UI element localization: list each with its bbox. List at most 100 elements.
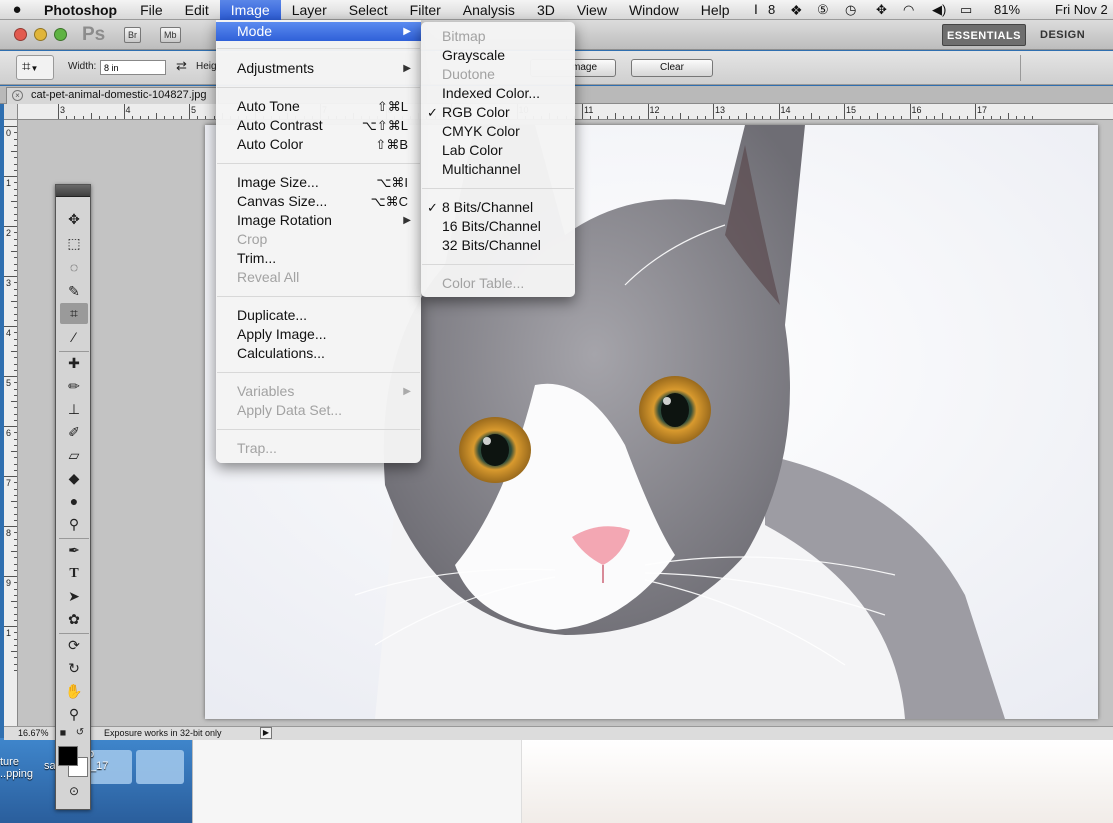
vertical-ruler[interactable]: 0 1 2 3 4 5 6 7 8 9 1 — [4, 120, 18, 726]
dropbox-icon[interactable]: ❖ — [790, 0, 803, 20]
width-field[interactable] — [100, 60, 166, 75]
ruler-tick — [4, 476, 17, 477]
zoom-tool-icon[interactable]: ⚲ — [60, 704, 88, 725]
default-colors-icon[interactable]: ◼ — [58, 728, 68, 738]
eraser-tool-icon[interactable]: ▱ — [60, 445, 88, 466]
type-tool-icon[interactable]: T — [60, 563, 88, 584]
3d-rotate-tool-icon[interactable]: ⟳ — [60, 635, 88, 656]
workspace-design-button[interactable]: DESIGN — [1040, 24, 1085, 46]
menu-item-lab-color[interactable]: Lab Color — [421, 141, 575, 160]
menu-item-rgb-color[interactable]: ✓ RGB Color — [421, 103, 575, 122]
ruler-origin[interactable] — [4, 104, 18, 120]
zoom-level[interactable]: 16.67% — [18, 727, 49, 740]
battery-icon[interactable]: ▭ — [960, 0, 972, 20]
clear-button[interactable]: Clear — [631, 59, 713, 77]
volume-icon[interactable]: ◀) — [932, 0, 946, 20]
menu-item-apply-image[interactable]: Apply Image... — [216, 325, 421, 344]
menu-item-grayscale[interactable]: Grayscale — [421, 46, 575, 65]
ruler-tick — [189, 104, 190, 119]
marquee-tool-icon[interactable]: ⬚ — [60, 233, 88, 254]
paint-bucket-tool-icon[interactable]: ◆ — [60, 468, 88, 489]
status-info-text[interactable]: Exposure works in 32-bit only — [104, 727, 222, 740]
desktop-label[interactable]: ..pping — [0, 768, 33, 780]
menu-help[interactable]: Help — [690, 0, 741, 20]
foreground-color-swatch[interactable] — [58, 746, 78, 766]
background-window[interactable] — [192, 740, 1113, 823]
menu-item-image-size[interactable]: Image Size... ⌥⌘I — [216, 173, 421, 192]
menu-item-canvas-size[interactable]: Canvas Size... ⌥⌘C — [216, 192, 421, 211]
menu-item-16-bits[interactable]: 16 Bits/Channel — [421, 217, 575, 236]
menu-select[interactable]: Select — [338, 0, 399, 20]
brush-tool-icon[interactable]: ✏ — [60, 376, 88, 397]
menu-item-auto-contrast[interactable]: Auto Contrast ⌥⇧⌘L — [216, 116, 421, 135]
menu-item-32-bits[interactable]: 32 Bits/Channel — [421, 236, 575, 255]
quick-mask-icon[interactable]: ⊙ — [60, 781, 88, 802]
status-menu-arrow-icon[interactable]: ▶ — [260, 727, 272, 739]
menu-image[interactable]: Image — [219, 0, 281, 20]
spot-healing-tool-icon[interactable]: ✚ — [60, 353, 88, 374]
clone-stamp-tool-icon[interactable]: ⊥ — [60, 399, 88, 420]
workspace-essentials-button[interactable]: ESSENTIALS — [942, 24, 1026, 46]
shape-tool-icon[interactable]: ✿ — [60, 609, 88, 630]
status-menu-icon[interactable]: ⑤ — [817, 0, 829, 20]
ruler-tick — [909, 104, 911, 119]
desktop-label[interactable]: _17 — [90, 760, 108, 772]
tool-preset-picker[interactable]: ⌗▼ — [16, 55, 54, 80]
blur-tool-icon[interactable]: ● — [60, 491, 88, 512]
menu-item-image-rotation[interactable]: Image Rotation ▶ — [216, 211, 421, 230]
battery-percent[interactable]: 81% — [994, 0, 1020, 20]
menu-app-name[interactable]: Photoshop — [34, 0, 129, 20]
tools-panel-header[interactable] — [56, 185, 90, 197]
swap-colors-icon[interactable]: ↺ — [74, 727, 86, 739]
menu-filter[interactable]: Filter — [399, 0, 452, 20]
path-selection-tool-icon[interactable]: ➤ — [60, 586, 88, 607]
menu-view[interactable]: View — [566, 0, 618, 20]
apple-menu-icon[interactable]: ● — [0, 1, 34, 18]
menu-item-calculations[interactable]: Calculations... — [216, 344, 421, 363]
clock[interactable]: Fri Nov 2 — [1055, 0, 1108, 20]
crop-tool-icon[interactable]: ⌗ — [60, 303, 88, 324]
notification-count[interactable]: 8 — [768, 0, 775, 20]
zoom-window-button[interactable] — [54, 28, 67, 41]
menu-file[interactable]: File — [129, 0, 174, 20]
menu-window[interactable]: Window — [618, 0, 690, 20]
menu-edit[interactable]: Edit — [174, 0, 220, 20]
menu-layer[interactable]: Layer — [281, 0, 338, 20]
launch-mini-bridge-button[interactable]: Mb — [160, 27, 181, 43]
minimize-window-button[interactable] — [34, 28, 47, 41]
hand-tool-icon[interactable]: ✋ — [60, 681, 88, 702]
wifi-icon[interactable]: ◠ — [903, 0, 914, 20]
document-tab[interactable]: × cat-pet-animal-domestic-104827.jpg — [6, 87, 219, 104]
menu-item-trim[interactable]: Trim... — [216, 249, 421, 268]
menu-item-auto-tone[interactable]: Auto Tone ⇧⌘L — [216, 97, 421, 116]
menu-item-cmyk-color[interactable]: CMYK Color — [421, 122, 575, 141]
desktop-label[interactable]: ture — [0, 756, 19, 768]
menu-item-multichannel[interactable]: Multichannel — [421, 160, 575, 179]
time-machine-icon[interactable]: ◷ — [845, 0, 856, 20]
eyedropper-tool-icon[interactable]: ⁄ — [60, 327, 88, 348]
adobe-notification-icon[interactable]: Ⅰ — [754, 0, 758, 20]
menu-item-auto-color[interactable]: Auto Color ⇧⌘B — [216, 135, 421, 154]
history-brush-tool-icon[interactable]: ✐ — [60, 422, 88, 443]
menu-separator — [422, 264, 574, 265]
menu-3d[interactable]: 3D — [526, 0, 566, 20]
menu-analysis[interactable]: Analysis — [452, 0, 526, 20]
launch-bridge-button[interactable]: Br — [124, 27, 141, 43]
desktop-folder-icon[interactable] — [136, 750, 184, 784]
close-window-button[interactable] — [14, 28, 27, 41]
dodge-tool-icon[interactable]: ⚲ — [60, 514, 88, 535]
swap-dimensions-icon[interactable]: ⇄ — [176, 58, 187, 74]
menu-item-mode[interactable]: Mode ▶ — [216, 22, 421, 41]
move-tool-icon[interactable]: ✥ — [60, 209, 88, 230]
3d-orbit-tool-icon[interactable]: ↻ — [60, 658, 88, 679]
menu-item-adjustments[interactable]: Adjustments ▶ — [216, 59, 421, 78]
network-icon[interactable]: ✥ — [876, 0, 887, 20]
quick-selection-tool-icon[interactable]: ✎ — [60, 281, 88, 302]
lasso-tool-icon[interactable]: ◌ — [60, 257, 88, 278]
close-tab-icon[interactable]: × — [12, 90, 23, 101]
menu-item-8-bits[interactable]: ✓ 8 Bits/Channel — [421, 198, 575, 217]
menu-item-indexed-color[interactable]: Indexed Color... — [421, 84, 575, 103]
pen-tool-icon[interactable]: ✒ — [60, 540, 88, 561]
menu-item-duplicate[interactable]: Duplicate... — [216, 306, 421, 325]
desktop-label[interactable]: sa — [44, 760, 56, 772]
